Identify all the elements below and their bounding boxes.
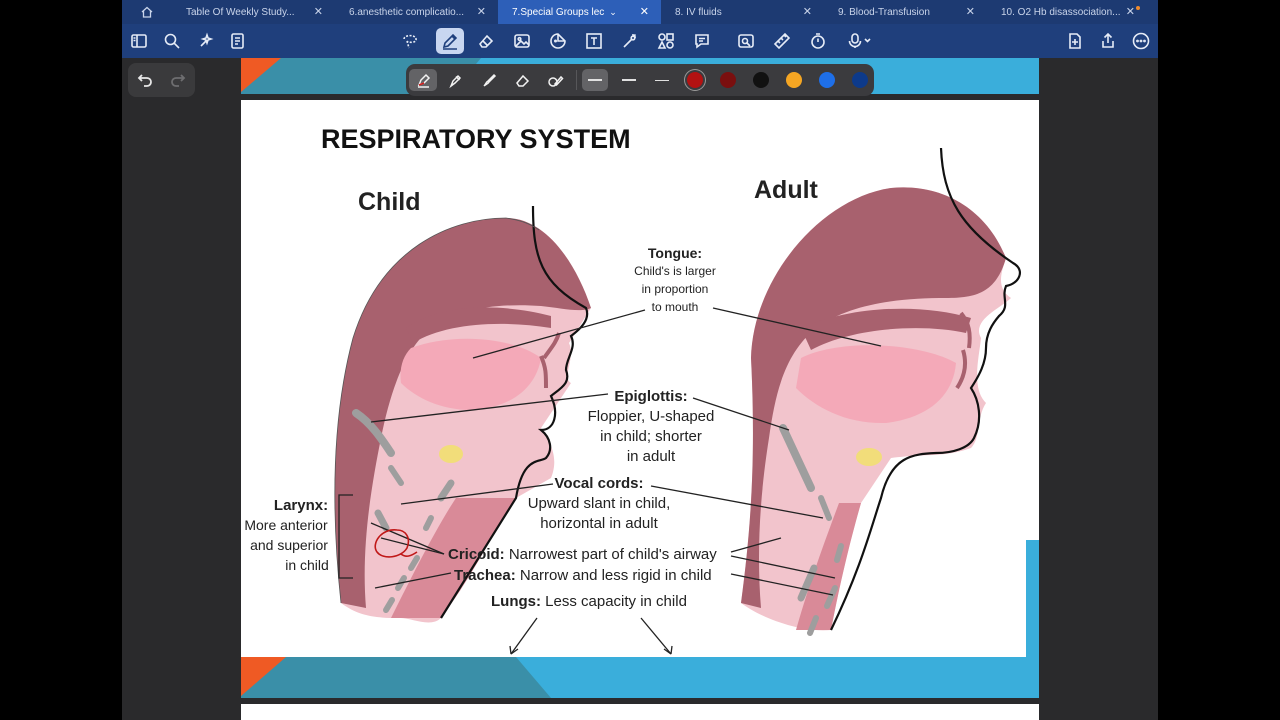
divider bbox=[576, 70, 577, 90]
lungs-label: Lungs: Less capacity in child bbox=[491, 593, 687, 610]
cricoid-heading: Cricoid: bbox=[448, 546, 505, 563]
undo-redo-panel bbox=[128, 63, 195, 97]
larynx-heading: Larynx: bbox=[274, 497, 328, 514]
pen-icon[interactable] bbox=[436, 28, 464, 54]
larynx-line: in child bbox=[285, 557, 329, 573]
tab-iv-fluids[interactable]: 8. IV fluids ✕ bbox=[661, 0, 824, 24]
add-page-icon[interactable] bbox=[1063, 29, 1087, 53]
tab-label: Table Of Weekly Study... bbox=[186, 6, 295, 18]
cricoid-text: Narrowest part of child's airway bbox=[509, 546, 717, 563]
eraser-icon[interactable] bbox=[510, 69, 534, 91]
epiglottis-line: in child; shorter bbox=[600, 428, 702, 445]
epiglottis-line: Floppier, U-shaped bbox=[588, 408, 715, 425]
color-swatch-black[interactable] bbox=[753, 72, 769, 88]
arrowheads bbox=[509, 645, 673, 655]
stroke-thin-option[interactable] bbox=[649, 69, 675, 91]
tab-bar: Table Of Weekly Study... ✕ 6.anesthetic … bbox=[122, 0, 1158, 24]
slide-page[interactable]: RESPIRATORY SYSTEM Child Adult Tongue: C… bbox=[241, 58, 1039, 698]
tab-anesthetic[interactable]: 6.anesthetic complicatio... ✕ bbox=[335, 0, 498, 24]
tab-label: 7.Special Groups lec bbox=[512, 6, 605, 18]
vocal-cords-line: Upward slant in child, bbox=[528, 495, 671, 512]
unsaved-dot-icon bbox=[1136, 6, 1140, 10]
laser-pointer-icon[interactable] bbox=[618, 29, 642, 53]
epiglottis-heading: Epiglottis: bbox=[614, 388, 687, 405]
adult-label: Adult bbox=[754, 176, 819, 204]
main-toolbar bbox=[122, 24, 1158, 58]
sparkle-icon[interactable] bbox=[194, 29, 218, 53]
color-swatch-dark-red[interactable] bbox=[720, 72, 736, 88]
tab-label: 10. O2 Hb disassociation... bbox=[1001, 6, 1121, 18]
next-page-edge[interactable] bbox=[241, 704, 1039, 720]
close-tab-icon[interactable]: ✕ bbox=[640, 5, 649, 18]
tongue-heading: Tongue: bbox=[648, 245, 702, 261]
vocal-cords-heading: Vocal cords: bbox=[555, 475, 644, 492]
trachea-label: Trachea: Narrow and less rigid in child bbox=[454, 567, 712, 584]
comment-icon[interactable] bbox=[690, 29, 714, 53]
tab-label: 8. IV fluids bbox=[675, 6, 722, 18]
close-tab-icon[interactable]: ✕ bbox=[314, 5, 323, 18]
fountain-pen-icon[interactable] bbox=[409, 69, 437, 91]
epiglottis-line: in adult bbox=[627, 448, 676, 465]
app-window: Table Of Weekly Study... ✕ 6.anesthetic … bbox=[122, 0, 1158, 720]
highlighter-icon[interactable] bbox=[443, 69, 467, 91]
eraser-icon[interactable] bbox=[474, 29, 498, 53]
close-tab-icon[interactable]: ✕ bbox=[477, 5, 486, 18]
more-icon[interactable] bbox=[1129, 29, 1153, 53]
color-swatch-red[interactable] bbox=[687, 72, 703, 88]
search-icon[interactable] bbox=[160, 29, 184, 53]
tongue-line: in proportion bbox=[642, 282, 709, 296]
image-icon[interactable] bbox=[510, 29, 534, 53]
tab-label: 9. Blood-Transfusion bbox=[838, 6, 930, 18]
tab-label: 6.anesthetic complicatio... bbox=[349, 6, 465, 18]
document-list-icon[interactable] bbox=[226, 29, 250, 53]
tab-blood-transfusion[interactable]: 9. Blood-Transfusion ✕ bbox=[824, 0, 987, 24]
brush-icon[interactable] bbox=[477, 69, 501, 91]
home-icon bbox=[141, 6, 153, 18]
sticker-icon[interactable] bbox=[546, 29, 570, 53]
lasso-icon[interactable] bbox=[398, 29, 422, 53]
sidebar-icon[interactable] bbox=[127, 29, 151, 53]
close-tab-icon[interactable]: ✕ bbox=[1126, 5, 1135, 18]
chevron-down-icon[interactable]: ⌄ bbox=[609, 7, 617, 18]
tab-weekly-study[interactable]: Table Of Weekly Study... ✕ bbox=[172, 0, 335, 24]
home-button[interactable] bbox=[122, 0, 172, 24]
screenshot-icon[interactable] bbox=[734, 29, 758, 53]
color-swatch-navy[interactable] bbox=[852, 72, 868, 88]
timer-icon[interactable] bbox=[806, 29, 830, 53]
close-tab-icon[interactable]: ✕ bbox=[966, 5, 975, 18]
slide-title: RESPIRATORY SYSTEM bbox=[321, 124, 631, 154]
tab-special-groups[interactable]: 7.Special Groups lec ⌄ ✕ bbox=[498, 0, 661, 24]
color-swatch-orange[interactable] bbox=[786, 72, 802, 88]
tongue-line: Child's is larger bbox=[634, 264, 716, 278]
vocal-cords-line: horizontal in adult bbox=[540, 515, 658, 532]
color-swatch-blue[interactable] bbox=[819, 72, 835, 88]
larynx-line: More anterior bbox=[244, 517, 328, 533]
larynx-line: and superior bbox=[250, 537, 328, 553]
trachea-heading: Trachea: bbox=[454, 567, 516, 584]
undo-icon[interactable] bbox=[136, 71, 154, 89]
trachea-text: Narrow and less rigid in child bbox=[520, 567, 712, 584]
child-label: Child bbox=[358, 188, 421, 216]
microphone-icon[interactable] bbox=[842, 29, 876, 53]
stroke-thick-option[interactable] bbox=[582, 69, 608, 91]
shapes-icon[interactable] bbox=[654, 29, 678, 53]
shape-pen-icon[interactable] bbox=[543, 69, 567, 91]
stroke-medium-option[interactable] bbox=[616, 69, 642, 91]
tongue-line: to mouth bbox=[652, 300, 699, 314]
redo-icon[interactable] bbox=[169, 71, 187, 89]
share-icon[interactable] bbox=[1096, 29, 1120, 53]
slide-canvas: RESPIRATORY SYSTEM Child Adult Tongue: C… bbox=[241, 58, 1039, 698]
text-box-icon[interactable] bbox=[582, 29, 606, 53]
close-tab-icon[interactable]: ✕ bbox=[803, 5, 812, 18]
lungs-heading: Lungs: bbox=[491, 593, 541, 610]
tab-o2-hb[interactable]: 10. O2 Hb disassociation... ✕ bbox=[987, 0, 1147, 24]
cricoid-label: Cricoid: Narrowest part of child's airwa… bbox=[448, 546, 717, 563]
lungs-text: Less capacity in child bbox=[545, 593, 687, 610]
ruler-icon[interactable] bbox=[770, 29, 794, 53]
pen-toolbar bbox=[406, 64, 874, 96]
adult-head-illustration bbox=[741, 147, 1022, 636]
